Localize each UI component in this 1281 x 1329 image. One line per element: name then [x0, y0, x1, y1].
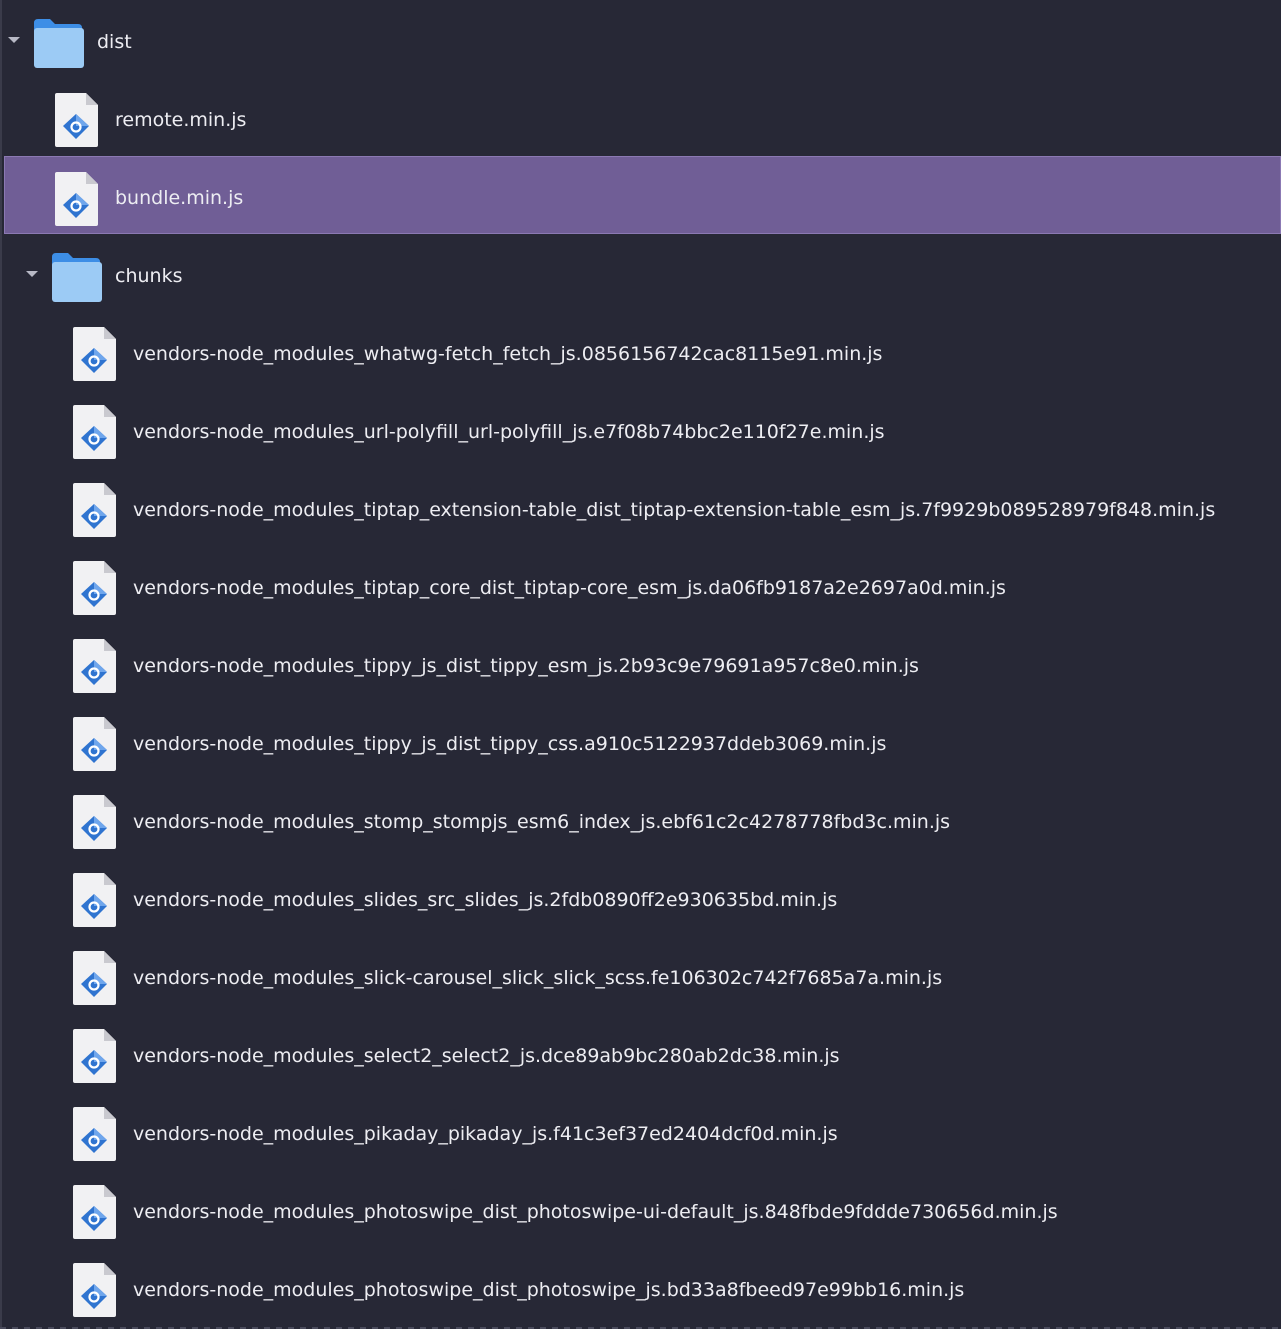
tree-row-dist[interactable]: dist — [0, 0, 1281, 78]
file-name: vendors-node_modules_tiptap_core_dist_ti… — [133, 577, 1006, 599]
tree-row-file[interactable]: vendors-node_modules_stomp_stompjs_esm6_… — [0, 780, 1281, 858]
js-file-icon — [73, 1263, 116, 1317]
file-name: vendors-node_modules_slick-carousel_slic… — [133, 967, 943, 989]
tree-row-chunks[interactable]: chunks — [0, 234, 1281, 312]
folder-icon — [52, 253, 102, 302]
js-file-icon — [73, 1107, 116, 1161]
js-file-icon — [73, 405, 116, 459]
file-name: vendors-node_modules_photoswipe_dist_pho… — [133, 1279, 965, 1301]
file-name: vendors-node_modules_tiptap_extension-ta… — [133, 499, 1216, 521]
js-file-icon — [73, 1185, 116, 1239]
js-file-icon — [73, 795, 116, 849]
tree-row-file[interactable]: vendors-node_modules_select2_select2_js.… — [0, 1014, 1281, 1092]
tree-row-file[interactable]: vendors-node_modules_tiptap_extension-ta… — [0, 468, 1281, 546]
js-file-icon — [73, 483, 116, 537]
tree-row-file[interactable]: vendors-node_modules_tiptap_core_dist_ti… — [0, 546, 1281, 624]
file-name: vendors-node_modules_url-polyfill_url-po… — [133, 421, 885, 443]
file-name: vendors-node_modules_stomp_stompjs_esm6_… — [133, 811, 951, 833]
tree-row-file[interactable]: vendors-node_modules_tippy_js_dist_tippy… — [0, 624, 1281, 702]
tree-row-file[interactable]: vendors-node_modules_whatwg-fetch_fetch_… — [0, 312, 1281, 390]
js-file-icon — [73, 561, 116, 615]
chunks-file-list: vendors-node_modules_whatwg-fetch_fetch_… — [0, 312, 1281, 1326]
tree-row-file[interactable]: vendors-node_modules_photoswipe_dist_pho… — [0, 1248, 1281, 1326]
js-file-icon — [73, 951, 116, 1005]
tree-row-file[interactable]: vendors-node_modules_slides_src_slides_j… — [0, 858, 1281, 936]
js-file-icon — [73, 717, 116, 771]
folder-name: chunks — [115, 265, 183, 287]
file-name: vendors-node_modules_tippy_js_dist_tippy… — [133, 655, 919, 677]
file-name: vendors-node_modules_pikaday_pikaday_js.… — [133, 1123, 838, 1145]
file-name: vendors-node_modules_slides_src_slides_j… — [133, 889, 838, 911]
file-name: vendors-node_modules_whatwg-fetch_fetch_… — [133, 343, 883, 365]
js-file-icon — [73, 327, 116, 381]
folder-name: dist — [97, 31, 132, 53]
file-name: vendors-node_modules_photoswipe_dist_pho… — [133, 1201, 1058, 1223]
js-file-icon — [73, 1029, 116, 1083]
tree-row-file[interactable]: vendors-node_modules_pikaday_pikaday_js.… — [0, 1092, 1281, 1170]
js-file-icon — [73, 873, 116, 927]
tree-row-file[interactable]: vendors-node_modules_url-polyfill_url-po… — [0, 390, 1281, 468]
file-name: vendors-node_modules_select2_select2_js.… — [133, 1045, 840, 1067]
expand-arrow-icon[interactable] — [26, 271, 38, 277]
tree-row-file[interactable]: vendors-node_modules_tippy_js_dist_tippy… — [0, 702, 1281, 780]
tree-row-file-selected[interactable]: bundle.min.js — [4, 156, 1281, 234]
js-file-icon — [55, 93, 98, 147]
tree-row-file[interactable]: remote.min.js — [0, 78, 1281, 156]
js-file-icon — [55, 172, 98, 226]
file-name: bundle.min.js — [115, 187, 244, 209]
file-name: vendors-node_modules_tippy_js_dist_tippy… — [133, 733, 887, 755]
tree-row-file[interactable]: vendors-node_modules_photoswipe_dist_pho… — [0, 1170, 1281, 1248]
folder-icon — [34, 19, 84, 68]
file-tree: dist remote.min.js bundle.min.js chunks — [0, 0, 1281, 1326]
expand-arrow-icon[interactable] — [8, 37, 20, 43]
js-file-icon — [73, 639, 116, 693]
file-name: remote.min.js — [115, 109, 247, 131]
tree-row-file[interactable]: vendors-node_modules_slick-carousel_slic… — [0, 936, 1281, 1014]
